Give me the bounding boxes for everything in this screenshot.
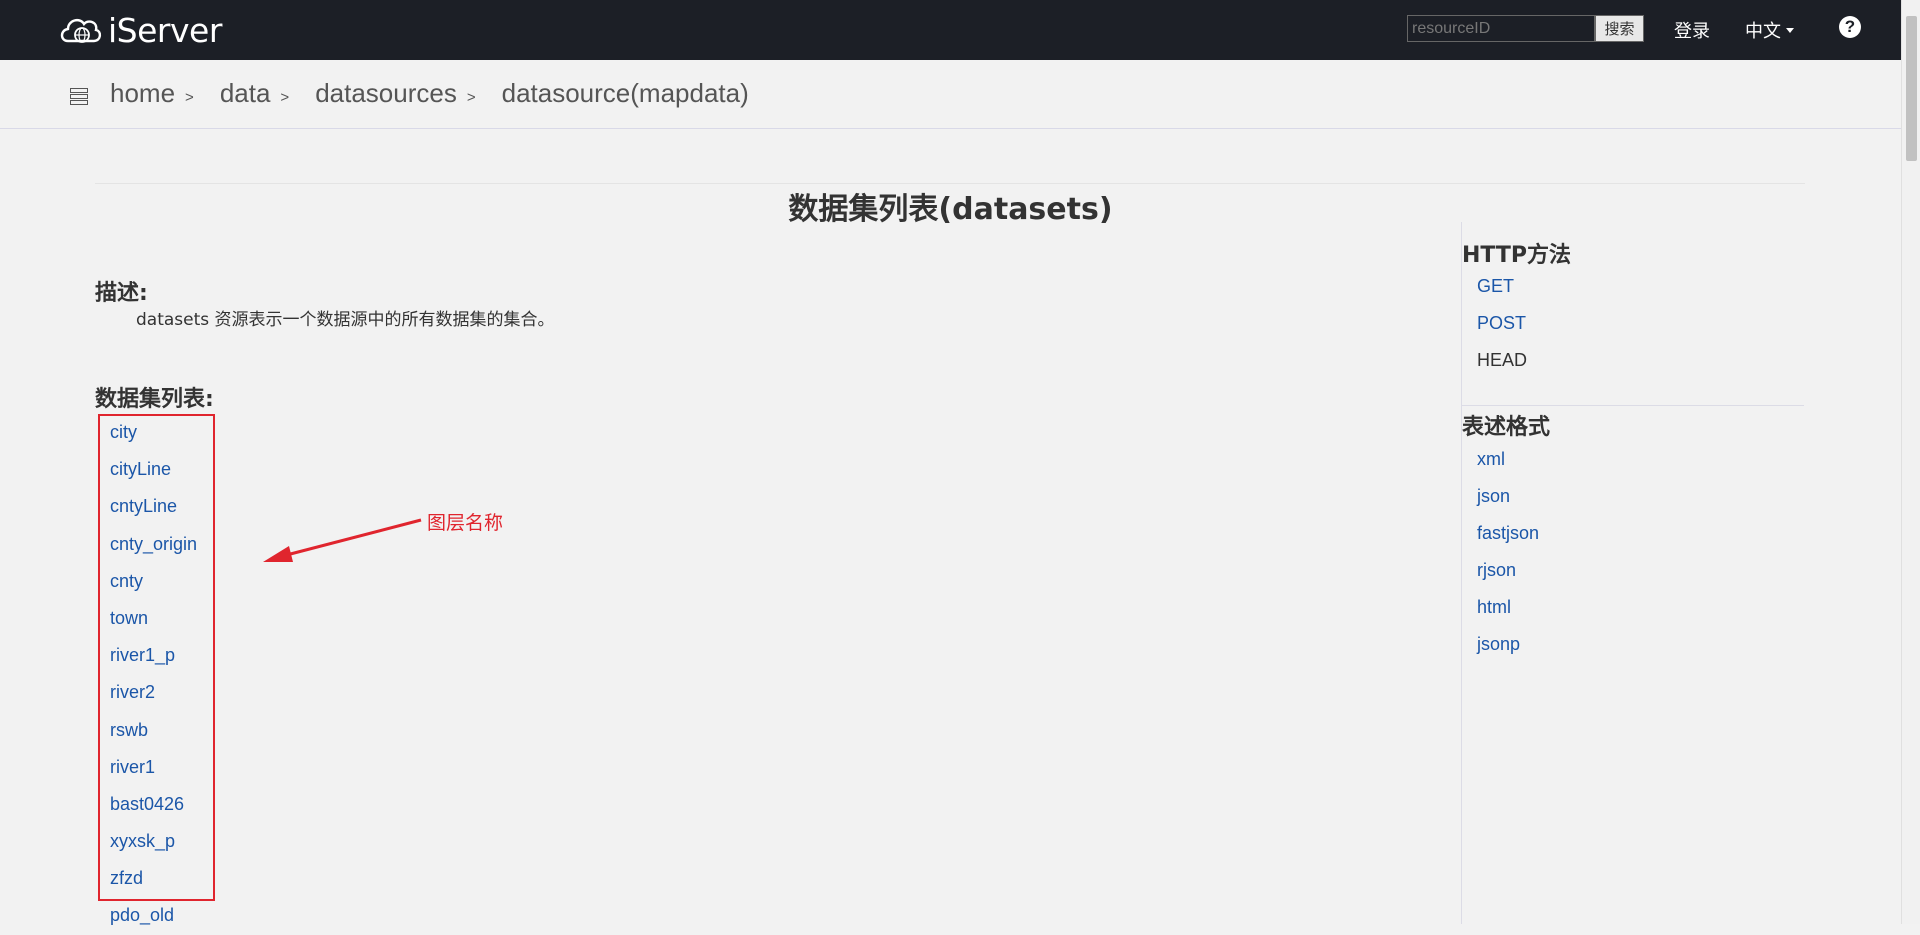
server-list-icon <box>70 88 88 105</box>
http-methods-list: GET POST HEAD <box>1477 268 1527 379</box>
formats-heading: 表述格式 <box>1462 415 1551 440</box>
format-json[interactable]: json <box>1477 486 1510 506</box>
description-text: datasets 资源表示一个数据源中的所有数据集的集合。 <box>136 310 555 330</box>
annotation-label: 图层名称 <box>427 512 504 534</box>
breadcrumb-separator: > <box>280 89 290 106</box>
breadcrumb-bar: home > data > datasources > datasource(m… <box>0 60 1901 129</box>
dataset-list-heading: 数据集列表: <box>95 387 214 412</box>
login-link[interactable]: 登录 <box>1674 17 1710 43</box>
list-item: json <box>1477 478 1539 515</box>
annotation-arrow-icon <box>263 518 422 562</box>
format-fastjson[interactable]: fastjson <box>1477 523 1539 543</box>
list-item: rjson <box>1477 552 1539 589</box>
description-heading: 描述: <box>95 281 148 306</box>
caret-down-icon <box>1786 27 1794 33</box>
brand-logo[interactable]: iServer <box>58 8 222 52</box>
brand-name: iServer <box>108 10 222 50</box>
list-item: POST <box>1477 305 1527 342</box>
language-dropdown[interactable]: 中文 <box>1745 17 1794 43</box>
breadcrumb-current: datasource(mapdata) <box>501 78 749 108</box>
page-scrollbar[interactable] <box>1901 0 1920 924</box>
http-method-head: HEAD <box>1477 350 1528 370</box>
list-item: GET <box>1477 268 1527 305</box>
list-item: xml <box>1477 441 1539 478</box>
breadcrumb-separator: > <box>466 89 476 106</box>
format-jsonp[interactable]: jsonp <box>1477 634 1520 654</box>
breadcrumb-datasources[interactable]: datasources <box>315 78 457 109</box>
dataset-link[interactable]: pdo_old <box>110 905 174 925</box>
http-methods-heading: HTTP方法 <box>1462 243 1572 268</box>
help-icon[interactable]: ? <box>1839 16 1861 38</box>
page-title: 数据集列表(datasets) <box>788 192 1113 227</box>
http-method-get[interactable]: GET <box>1477 276 1514 296</box>
formats-list: xml json fastjson rjson html jsonp <box>1477 441 1539 663</box>
http-method-post[interactable]: POST <box>1477 313 1526 333</box>
list-item: HEAD <box>1477 342 1527 379</box>
list-item: jsonp <box>1477 626 1539 663</box>
format-rjson[interactable]: rjson <box>1477 560 1516 580</box>
format-html[interactable]: html <box>1477 597 1511 617</box>
search-button[interactable]: 搜索 <box>1595 15 1644 42</box>
breadcrumb-home[interactable]: home <box>110 78 175 109</box>
list-item: pdo_old <box>110 897 197 934</box>
breadcrumb: home > data > datasources > datasource(m… <box>110 78 749 109</box>
list-item: fastjson <box>1477 515 1539 552</box>
breadcrumb-separator: > <box>185 89 194 106</box>
sidebar-divider <box>1461 222 1462 924</box>
annotation-highlight-box <box>98 414 215 901</box>
top-navbar: iServer 搜索 登录 中文 ? <box>0 0 1901 60</box>
language-label: 中文 <box>1745 21 1781 42</box>
cloud-globe-icon <box>60 18 102 43</box>
format-xml[interactable]: xml <box>1477 449 1505 469</box>
resource-id-search-input[interactable] <box>1407 15 1595 42</box>
breadcrumb-data[interactable]: data <box>220 78 271 109</box>
scrollbar-thumb[interactable] <box>1906 16 1917 161</box>
sidebar-section-divider <box>1462 405 1804 406</box>
list-item: html <box>1477 589 1539 626</box>
